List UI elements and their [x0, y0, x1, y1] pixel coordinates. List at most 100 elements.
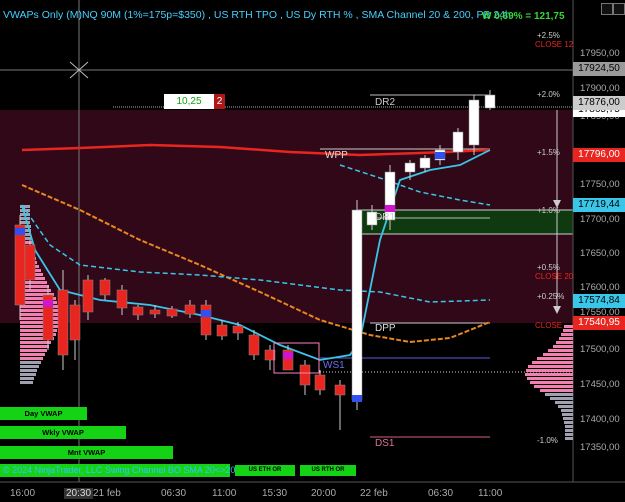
wpp-label: WPP	[325, 150, 348, 161]
profile-bar	[532, 361, 573, 364]
price-tick-label: 17400,00	[580, 414, 620, 425]
price-flag: 17540,95	[573, 316, 625, 330]
pct-label-2-0: +2.0%	[537, 90, 560, 99]
price-tick-label: 17650,00	[580, 248, 620, 259]
profile-bar	[20, 373, 36, 376]
profile-bar	[540, 389, 573, 392]
candle-down	[116, 289, 128, 309]
candle-up	[484, 94, 496, 109]
candle-down	[149, 309, 161, 315]
price-tick-label: 17900,00	[580, 83, 620, 94]
profile-bar	[525, 373, 573, 376]
profile-bar	[20, 369, 37, 372]
profile-bar	[20, 377, 34, 380]
candle-down	[69, 304, 81, 341]
signal-marker	[283, 352, 293, 359]
price-tick-label: 17950,00	[580, 48, 620, 59]
time-tick-label: 15:30	[262, 488, 288, 499]
time-tick-label: 06:30	[428, 488, 454, 499]
day-vwap-button[interactable]: Day VWAP	[0, 407, 87, 420]
dr2-label: DR2	[375, 97, 396, 108]
profile-bar	[534, 385, 573, 388]
candle-down	[334, 384, 346, 396]
window-button-2[interactable]	[613, 3, 625, 15]
close-20-label: CLOSE 20	[535, 272, 574, 281]
profile-bar	[543, 353, 573, 356]
candle-down	[314, 374, 326, 391]
time-tick-label: 11:00	[212, 488, 237, 499]
candle-up	[351, 209, 363, 401]
profile-bar	[526, 369, 573, 372]
close-label: CLOSE	[535, 321, 563, 330]
candle-down	[24, 244, 36, 281]
profile-bar	[561, 409, 573, 412]
profile-bar	[537, 357, 573, 360]
candle-up	[468, 99, 480, 146]
price-flag: 17924,50	[573, 62, 625, 76]
weekly-change-summary: W 0,69% = 121,75	[482, 11, 565, 22]
profile-bar	[564, 325, 573, 328]
profile-bar	[565, 429, 573, 432]
price-tick-label: 17750,00	[580, 179, 620, 190]
price-flag: 17574,84	[573, 294, 625, 308]
price-tick-label: 17350,00	[580, 442, 620, 453]
monthly-vwap-button[interactable]: Mnt VWAP	[0, 446, 173, 459]
time-tick-label: 22 feb	[360, 488, 388, 499]
time-tick-label: 16:00	[10, 488, 36, 499]
pct-label-minus-1-0: -1.0%	[537, 436, 558, 445]
candle-down	[132, 306, 144, 316]
profile-bar	[528, 365, 573, 368]
profile-bar	[20, 361, 41, 364]
time-tick-label: 11:00	[478, 488, 503, 499]
profile-bar	[562, 413, 573, 416]
profile-bar	[563, 329, 573, 332]
time-tick-label: 20:30	[64, 488, 94, 499]
profile-bar	[555, 401, 573, 404]
us-eth-or-button[interactable]: US ETH OR	[235, 465, 295, 476]
dpp-label: DPP	[375, 323, 396, 334]
candle-down	[200, 304, 212, 336]
signal-marker	[43, 300, 53, 307]
close-12-label: CLOSE 12	[535, 40, 574, 49]
quantity-field[interactable]: 10,25	[164, 94, 214, 109]
profile-bar	[565, 425, 573, 428]
window-button[interactable]	[601, 3, 613, 15]
chart-window[interactable]: VWAPs Only (M)NQ 90M (1%=175p=$350) , US…	[0, 0, 625, 502]
candle-up	[419, 157, 431, 169]
profile-bar	[550, 397, 573, 400]
profile-bar	[20, 313, 60, 316]
time-tick-label: 06:30	[161, 488, 187, 499]
ws1-label: WS1	[323, 360, 345, 371]
profile-bar	[20, 353, 45, 356]
profile-bar	[553, 345, 573, 348]
profile-bar	[20, 381, 33, 384]
pct-label-1-0: +1.0%	[537, 206, 560, 215]
dr1-label: DR1	[375, 212, 396, 223]
profile-bar	[556, 341, 573, 344]
candle-down	[99, 279, 111, 296]
price-tick-label: 17700,00	[580, 214, 620, 225]
profile-bar	[20, 365, 39, 368]
profile-bar	[20, 345, 49, 348]
candle-down	[299, 364, 311, 386]
candle-down	[232, 325, 244, 334]
profile-bar	[559, 337, 573, 340]
candle-up	[404, 162, 416, 173]
weekly-vwap-button[interactable]: Wkly VWAP	[0, 426, 126, 439]
price-flag: 17796,00	[573, 148, 625, 162]
chart-title: VWAPs Only (M)NQ 90M (1%=175p=$350) , US…	[3, 9, 511, 21]
pct-label-0-5: +0.5%	[537, 263, 560, 272]
profile-bar	[548, 349, 573, 352]
profile-bar	[558, 405, 573, 408]
profile-bar	[564, 421, 573, 424]
quantity-badge[interactable]: 2	[214, 94, 225, 109]
signal-marker	[435, 152, 445, 159]
profile-bar	[20, 317, 60, 320]
candle-down	[216, 324, 228, 337]
us-rth-or-button[interactable]: US RTH OR	[300, 465, 356, 476]
right-volume-profile	[525, 325, 573, 440]
pct-label-1-5: +1.5%	[537, 148, 560, 157]
profile-bar	[561, 333, 573, 336]
profile-bar	[565, 433, 573, 436]
profile-bar	[20, 209, 30, 212]
